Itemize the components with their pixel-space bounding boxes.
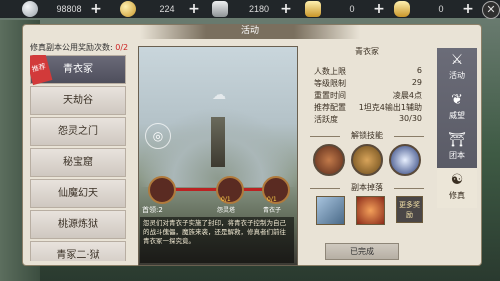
vortex-skill-icon[interactable] — [389, 144, 421, 176]
dungeon-item-tianjiegu[interactable]: 天劫谷 — [30, 86, 126, 115]
cultivation-icon: ☯ — [450, 172, 464, 188]
currency-silver: 98808 + — [22, 1, 102, 17]
dungeon-item-label: 天劫谷 — [63, 95, 93, 106]
gold-ingot-icon — [305, 1, 321, 17]
dungeon-item-label: 怨灵之门 — [58, 126, 98, 137]
completed-button[interactable]: 已完成 — [325, 243, 399, 260]
dungeon-item-taoyuanlianyu[interactable]: 桃源炼狱 — [30, 210, 126, 239]
reward-count-line: 修真副本公用奖励次数: 0/2 — [30, 42, 128, 53]
dungeon-item-label: 秘宝窟 — [63, 157, 93, 168]
claw-skill-icon[interactable] — [351, 144, 383, 176]
prestige-icon: ❦ — [451, 92, 463, 108]
reward-count-value: 0/2 — [115, 43, 129, 52]
info-row: 人数上限 6 — [314, 66, 422, 77]
activity-icon: ⚔ — [450, 52, 464, 68]
dungeon-item-partial[interactable]: 青冢二·狱 — [30, 241, 126, 261]
dungeon-item-label: 桃源炼狱 — [58, 219, 98, 230]
gold-coin-icon — [120, 1, 136, 17]
boss-progress: 0/1 — [221, 196, 231, 203]
recommend-badge: 推荐 — [30, 55, 53, 86]
tab-prestige[interactable]: ❦ 威望 — [437, 88, 477, 128]
boss-label: 青衣子 — [263, 207, 282, 214]
reward-count-label: 修真副本公用奖励次数: — [30, 43, 113, 52]
info-value: 29 — [411, 78, 422, 87]
currency-gold: 224 + — [120, 1, 200, 17]
boss-avatar-icon[interactable] — [148, 176, 176, 204]
info-row: 等级限制 29 — [314, 78, 422, 89]
tab-label: 活动 — [449, 71, 465, 80]
dungeon-name: 青衣冢 — [355, 47, 379, 56]
dungeon-item-label: 青冢二·狱 — [56, 250, 100, 261]
cloud-sketch-icon: ☁ — [212, 87, 226, 103]
side-tabs: ⚔ 活动 ❦ 威望 ⛩ 团本 ☯ 修真 — [437, 48, 477, 208]
boss-label: 怨灵塔 — [217, 207, 236, 214]
currency-yuanbao: 0 + — [394, 1, 474, 17]
currency-gold-ingot: 0 + — [305, 1, 385, 17]
team-icon: ⛩ — [448, 132, 466, 148]
add-currency-button[interactable]: + — [462, 2, 474, 16]
info-row: 推荐配置 1坦克4输出1辅助 — [314, 102, 422, 113]
add-currency-button[interactable]: + — [90, 2, 102, 16]
drops-title: 副本掉落 — [300, 182, 434, 194]
currency-value: 0 — [438, 4, 444, 14]
info-value: 1坦克4输出1辅助 — [358, 103, 422, 112]
info-key: 推荐配置 — [314, 103, 346, 112]
currency-value: 98808 — [56, 4, 82, 14]
more-rewards-button[interactable]: 更多奖励 — [396, 196, 423, 223]
info-key: 重置时间 — [314, 91, 346, 100]
egg-item-icon[interactable] — [356, 196, 385, 225]
boss-count: 首领:2 — [142, 206, 163, 214]
dungeon-description: 怨灵们对青衣子实施了封印，将青衣子控制为自己的战斗傀儡，魔族来袭，还是解救，修真… — [140, 217, 294, 263]
info-value: 30/30 — [398, 114, 422, 123]
skills-title: 解锁技能 — [300, 130, 434, 142]
info-row: 活跃度 30/30 — [314, 114, 422, 125]
scroll-item-icon[interactable] — [316, 196, 345, 225]
add-currency-button[interactable]: + — [373, 2, 385, 16]
dungeon-item-label: 仙魔幻天 — [58, 188, 98, 199]
tab-activity[interactable]: ⚔ 活动 — [437, 48, 477, 88]
tower-scenery — [211, 117, 225, 167]
silver-coin-icon — [22, 1, 38, 17]
tab-team[interactable]: ⛩ 团本 — [437, 128, 477, 168]
tab-label: 修真 — [449, 191, 465, 200]
currency-value: 2180 — [248, 4, 270, 14]
ingot-icon — [212, 1, 228, 17]
dungeon-item-label: 青衣冢 — [63, 64, 93, 75]
add-currency-button[interactable]: + — [280, 2, 292, 16]
tab-label: 威望 — [449, 111, 465, 120]
tab-label: 团本 — [449, 151, 465, 160]
info-key: 人数上限 — [314, 67, 346, 76]
panel-title: 活动 — [140, 24, 360, 39]
yuanbao-icon — [394, 1, 410, 17]
add-currency-button[interactable]: + — [188, 2, 200, 16]
dungeon-emblem-icon: ◎ — [145, 123, 171, 149]
info-key: 等级限制 — [314, 79, 346, 88]
info-row: 重置时间 凌晨4点 — [314, 90, 422, 101]
dungeon-item-xianmohuantian[interactable]: 仙魔幻天 — [30, 179, 126, 208]
dungeon-list: 青衣冢 推荐 天劫谷 怨灵之门 秘宝窟 仙魔幻天 桃源炼狱 青冢二·狱 — [30, 55, 126, 261]
tab-cultivation[interactable]: ☯ 修真 — [437, 168, 477, 208]
info-key: 活跃度 — [314, 115, 338, 124]
currency-ingot: 2180 + — [212, 1, 292, 17]
dungeon-item-mibaoku[interactable]: 秘宝窟 — [30, 148, 126, 177]
dungeon-item-yuanlingzhimen[interactable]: 怨灵之门 — [30, 117, 126, 146]
currency-value: 0 — [349, 4, 355, 14]
info-value: 6 — [416, 66, 422, 75]
fist-skill-icon[interactable] — [313, 144, 345, 176]
currency-value: 224 — [159, 4, 175, 14]
boss-progress: 0/1 — [267, 196, 277, 203]
dungeon-item-qingyizhong[interactable]: 青衣冢 推荐 — [30, 55, 126, 86]
info-value: 凌晨4点 — [392, 91, 422, 100]
close-button[interactable]: ✕ — [482, 1, 500, 19]
